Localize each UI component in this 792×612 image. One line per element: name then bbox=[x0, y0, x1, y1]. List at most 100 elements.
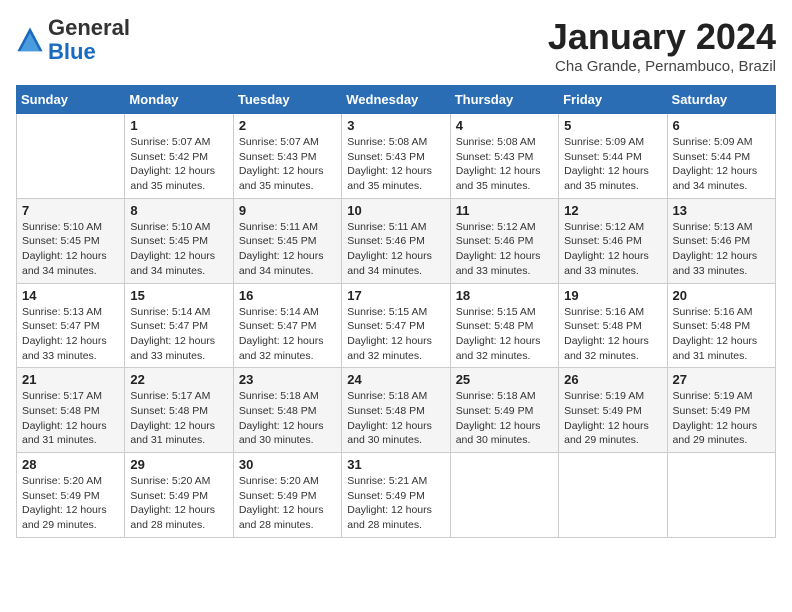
logo-blue: Blue bbox=[48, 39, 96, 64]
day-info: Sunrise: 5:12 AM Sunset: 5:46 PM Dayligh… bbox=[456, 220, 553, 279]
calendar-cell: 20 Sunrise: 5:16 AM Sunset: 5:48 PM Dayli… bbox=[667, 283, 775, 368]
calendar-cell: 1Sunrise: 5:07 AM Sunset: 5:42 PM Daylig… bbox=[125, 114, 233, 199]
month-title: January 2024 bbox=[548, 16, 776, 58]
calendar-cell: 19 Sunrise: 5:16 AM Sunset: 5:48 PM Dayli… bbox=[559, 283, 667, 368]
calendar-cell: 15Sunrise: 5:14 AM Sunset: 5:47 PM Dayli… bbox=[125, 283, 233, 368]
calendar-cell: 21 Sunrise: 5:17 AM Sunset: 5:48 PM Dayli… bbox=[17, 368, 125, 453]
day-number: 7 bbox=[22, 203, 119, 218]
calendar-cell bbox=[559, 453, 667, 538]
calendar-cell: 29 Sunrise: 5:20 AM Sunset: 5:49 PM Dayli… bbox=[125, 453, 233, 538]
day-info: Sunrise: 5:12 AM Sunset: 5:46 PM Dayligh… bbox=[564, 220, 661, 279]
day-number: 3 bbox=[347, 118, 444, 133]
logo-general: General bbox=[48, 15, 130, 40]
day-number: 9 bbox=[239, 203, 336, 218]
calendar-table: SundayMondayTuesdayWednesdayThursdayFrid… bbox=[16, 85, 776, 538]
day-info: Sunrise: 5:11 AM Sunset: 5:46 PM Dayligh… bbox=[347, 220, 444, 279]
day-info: Sunrise: 5:08 AM Sunset: 5:43 PM Dayligh… bbox=[347, 135, 444, 194]
day-number: 6 bbox=[673, 118, 770, 133]
header-cell-wednesday: Wednesday bbox=[342, 86, 450, 114]
day-info: Sunrise: 5:07 AM Sunset: 5:42 PM Dayligh… bbox=[130, 135, 227, 194]
calendar-week-2: 7 Sunrise: 5:10 AM Sunset: 5:45 PM Daylig… bbox=[17, 198, 776, 283]
day-number: 4 bbox=[456, 118, 553, 133]
calendar-cell: 2 Sunrise: 5:07 AM Sunset: 5:43 PM Daylig… bbox=[233, 114, 341, 199]
day-number: 15 bbox=[130, 288, 227, 303]
day-info: Sunrise: 5:15 AM Sunset: 5:47 PM Dayligh… bbox=[347, 305, 444, 364]
calendar-cell: 24 Sunrise: 5:18 AM Sunset: 5:48 PM Dayli… bbox=[342, 368, 450, 453]
day-number: 29 bbox=[130, 457, 227, 472]
calendar-cell: 28Sunrise: 5:20 AM Sunset: 5:49 PM Dayli… bbox=[17, 453, 125, 538]
day-number: 26 bbox=[564, 372, 661, 387]
day-number: 31 bbox=[347, 457, 444, 472]
day-info: Sunrise: 5:19 AM Sunset: 5:49 PM Dayligh… bbox=[564, 389, 661, 448]
calendar-cell: 6Sunrise: 5:09 AM Sunset: 5:44 PM Daylig… bbox=[667, 114, 775, 199]
day-number: 8 bbox=[130, 203, 227, 218]
calendar-cell: 11 Sunrise: 5:12 AM Sunset: 5:46 PM Dayli… bbox=[450, 198, 558, 283]
calendar-cell bbox=[450, 453, 558, 538]
calendar-week-5: 28 Sunrise: 5:20 AM Sunset: 5:49 PM Dayli… bbox=[17, 453, 776, 538]
day-number: 17 bbox=[347, 288, 444, 303]
calendar-body: 1Sunrise: 5:07 AM Sunset: 5:42 PM Daylig… bbox=[17, 114, 776, 538]
calendar-cell: 9 Sunrise: 5:11 AM Sunset: 5:45 PM Daylig… bbox=[233, 198, 341, 283]
header-cell-thursday: Thursday bbox=[450, 86, 558, 114]
day-number: 19 bbox=[564, 288, 661, 303]
logo-text: General Blue bbox=[48, 16, 130, 64]
calendar-cell: 22 Sunrise: 5:17 AM Sunset: 5:48 PM Dayli… bbox=[125, 368, 233, 453]
day-number: 23 bbox=[239, 372, 336, 387]
calendar-cell: 4 Sunrise: 5:08 AM Sunset: 5:43 PM Daylig… bbox=[450, 114, 558, 199]
day-info: Sunrise: 5:10 AM Sunset: 5:45 PM Dayligh… bbox=[22, 220, 119, 279]
location: Cha Grande, Pernambuco, Brazil bbox=[548, 58, 776, 75]
title-block: January 2024 Cha Grande, Pernambuco, Bra… bbox=[548, 16, 776, 75]
day-info: Sunrise: 5:09 AM Sunset: 5:44 PM Dayligh… bbox=[564, 135, 661, 194]
day-info: Sunrise: 5:17 AM Sunset: 5:48 PM Dayligh… bbox=[130, 389, 227, 448]
day-info: Sunrise: 5:10 AM Sunset: 5:45 PM Dayligh… bbox=[130, 220, 227, 279]
day-info: Sunrise: 5:15 AM Sunset: 5:48 PM Dayligh… bbox=[456, 305, 553, 364]
day-number: 25 bbox=[456, 372, 553, 387]
day-info: Sunrise: 5:16 AM Sunset: 5:48 PM Dayligh… bbox=[564, 305, 661, 364]
calendar-cell: 18 Sunrise: 5:15 AM Sunset: 5:48 PM Dayli… bbox=[450, 283, 558, 368]
calendar-cell: 26 Sunrise: 5:19 AM Sunset: 5:49 PM Dayli… bbox=[559, 368, 667, 453]
calendar-cell bbox=[17, 114, 125, 199]
day-number: 16 bbox=[239, 288, 336, 303]
day-number: 12 bbox=[564, 203, 661, 218]
day-info: Sunrise: 5:20 AM Sunset: 5:49 PM Dayligh… bbox=[239, 474, 336, 533]
day-info: Sunrise: 5:18 AM Sunset: 5:48 PM Dayligh… bbox=[347, 389, 444, 448]
day-info: Sunrise: 5:20 AM Sunset: 5:49 PM Dayligh… bbox=[130, 474, 227, 533]
page-header: General Blue January 2024 Cha Grande, Pe… bbox=[16, 16, 776, 75]
header-cell-tuesday: Tuesday bbox=[233, 86, 341, 114]
day-number: 10 bbox=[347, 203, 444, 218]
day-info: Sunrise: 5:07 AM Sunset: 5:43 PM Dayligh… bbox=[239, 135, 336, 194]
day-number: 28 bbox=[22, 457, 119, 472]
header-row: SundayMondayTuesdayWednesdayThursdayFrid… bbox=[17, 86, 776, 114]
calendar-cell: 12 Sunrise: 5:12 AM Sunset: 5:46 PM Dayli… bbox=[559, 198, 667, 283]
day-info: Sunrise: 5:17 AM Sunset: 5:48 PM Dayligh… bbox=[22, 389, 119, 448]
calendar-cell: 27Sunrise: 5:19 AM Sunset: 5:49 PM Dayli… bbox=[667, 368, 775, 453]
calendar-cell: 10 Sunrise: 5:11 AM Sunset: 5:46 PM Dayli… bbox=[342, 198, 450, 283]
day-number: 30 bbox=[239, 457, 336, 472]
calendar-cell: 3 Sunrise: 5:08 AM Sunset: 5:43 PM Daylig… bbox=[342, 114, 450, 199]
calendar-cell: 16 Sunrise: 5:14 AM Sunset: 5:47 PM Dayli… bbox=[233, 283, 341, 368]
day-info: Sunrise: 5:21 AM Sunset: 5:49 PM Dayligh… bbox=[347, 474, 444, 533]
calendar-cell: 13Sunrise: 5:13 AM Sunset: 5:46 PM Dayli… bbox=[667, 198, 775, 283]
day-info: Sunrise: 5:16 AM Sunset: 5:48 PM Dayligh… bbox=[673, 305, 770, 364]
day-number: 11 bbox=[456, 203, 553, 218]
day-info: Sunrise: 5:08 AM Sunset: 5:43 PM Dayligh… bbox=[456, 135, 553, 194]
day-number: 22 bbox=[130, 372, 227, 387]
header-cell-saturday: Saturday bbox=[667, 86, 775, 114]
header-cell-sunday: Sunday bbox=[17, 86, 125, 114]
day-info: Sunrise: 5:18 AM Sunset: 5:48 PM Dayligh… bbox=[239, 389, 336, 448]
day-info: Sunrise: 5:11 AM Sunset: 5:45 PM Dayligh… bbox=[239, 220, 336, 279]
day-number: 14 bbox=[22, 288, 119, 303]
calendar-week-4: 21 Sunrise: 5:17 AM Sunset: 5:48 PM Dayli… bbox=[17, 368, 776, 453]
calendar-cell: 8 Sunrise: 5:10 AM Sunset: 5:45 PM Daylig… bbox=[125, 198, 233, 283]
calendar-cell: 30 Sunrise: 5:20 AM Sunset: 5:49 PM Dayli… bbox=[233, 453, 341, 538]
calendar-cell: 5Sunrise: 5:09 AM Sunset: 5:44 PM Daylig… bbox=[559, 114, 667, 199]
calendar-cell bbox=[667, 453, 775, 538]
day-number: 24 bbox=[347, 372, 444, 387]
day-number: 18 bbox=[456, 288, 553, 303]
calendar-cell: 7 Sunrise: 5:10 AM Sunset: 5:45 PM Daylig… bbox=[17, 198, 125, 283]
calendar-header: SundayMondayTuesdayWednesdayThursdayFrid… bbox=[17, 86, 776, 114]
day-info: Sunrise: 5:14 AM Sunset: 5:47 PM Dayligh… bbox=[239, 305, 336, 364]
day-number: 2 bbox=[239, 118, 336, 133]
day-number: 21 bbox=[22, 372, 119, 387]
day-number: 20 bbox=[673, 288, 770, 303]
